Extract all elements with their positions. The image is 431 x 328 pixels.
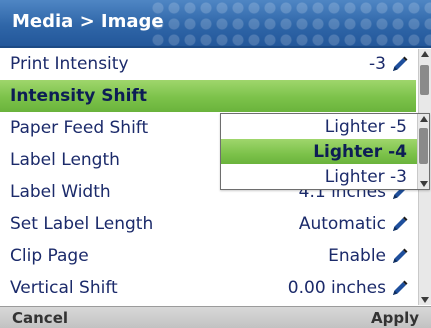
softkey-bar: Cancel Apply: [0, 306, 431, 328]
setting-row-clip-page[interactable]: Clip Page Enable: [0, 240, 416, 272]
setting-value: Enable: [328, 246, 386, 266]
setting-label: Intensity Shift: [10, 86, 147, 106]
setting-value: Automatic: [298, 214, 386, 234]
setting-label: Print Intensity: [10, 54, 129, 74]
dropdown-option[interactable]: Lighter -5: [221, 114, 417, 139]
pencil-icon[interactable]: [390, 54, 410, 74]
intensity-dropdown[interactable]: Lighter -5 Lighter -4 Lighter -3: [220, 113, 430, 190]
setting-label: Paper Feed Shift: [10, 118, 149, 138]
setting-label: Clip Page: [10, 246, 89, 266]
header-pattern: [150, 0, 431, 46]
scroll-up-arrow-icon[interactable]: [421, 51, 429, 57]
setting-row-set-label-length[interactable]: Set Label Length Automatic: [0, 208, 416, 240]
cancel-button[interactable]: Cancel: [12, 309, 68, 327]
setting-row-print-intensity[interactable]: Print Intensity -3: [0, 48, 416, 80]
apply-button[interactable]: Apply: [371, 309, 419, 327]
dropdown-scroll-down-icon[interactable]: [420, 181, 428, 187]
dropdown-scroll-up-icon[interactable]: [420, 116, 428, 122]
setting-row-vertical-shift[interactable]: Vertical Shift 0.00 inches: [0, 272, 416, 304]
page-title: Media > Image: [12, 11, 164, 32]
setting-value: 0.00 inches: [287, 278, 386, 298]
setting-label: Set Label Length: [10, 214, 154, 234]
scrollbar-thumb[interactable]: [420, 65, 429, 95]
header-bar: Media > Image: [0, 0, 431, 48]
pencil-icon[interactable]: [390, 278, 410, 298]
setting-label: Label Length: [10, 150, 120, 170]
scroll-down-arrow-icon[interactable]: [421, 297, 429, 303]
pencil-icon[interactable]: [390, 246, 410, 266]
dropdown-scroll-thumb[interactable]: [419, 128, 428, 164]
setting-row-intensity-shift[interactable]: Intensity Shift: [0, 80, 416, 112]
setting-value: -3: [369, 54, 386, 74]
setting-label: Label Width: [10, 182, 111, 202]
pencil-icon[interactable]: [390, 214, 410, 234]
dropdown-option-selected[interactable]: Lighter -4: [221, 139, 417, 164]
dropdown-option[interactable]: Lighter -3: [221, 164, 417, 189]
setting-label: Vertical Shift: [10, 278, 118, 298]
dropdown-scrollbar[interactable]: [417, 114, 429, 189]
